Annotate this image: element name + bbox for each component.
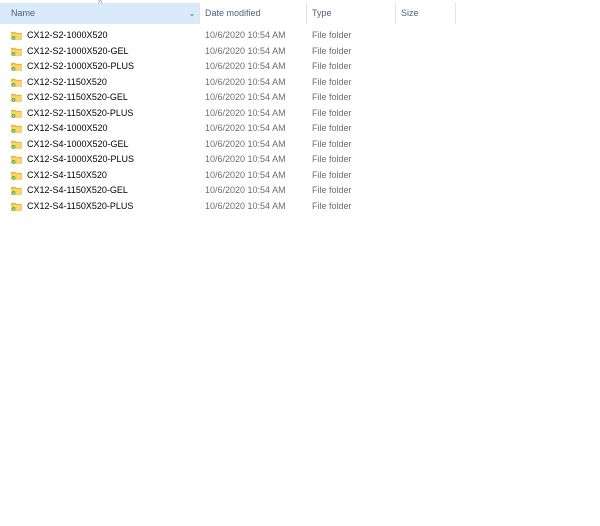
file-row[interactable]: CX12-S4-1000X520 10/6/2020 10:54 AM File… <box>0 121 600 137</box>
column-header-type-label: Type <box>312 8 332 18</box>
folder-sync-icon <box>11 75 23 91</box>
file-name: CX12-S2-1150X520-GEL <box>27 92 128 102</box>
file-row[interactable]: CX12-S4-1150X520-PLUS 10/6/2020 10:54 AM… <box>0 199 600 215</box>
column-header-size-label: Size <box>401 8 419 18</box>
file-type: File folder <box>312 107 352 118</box>
file-list: CX12-S2-1000X520 10/6/2020 10:54 AM File… <box>0 28 600 214</box>
file-row[interactable]: CX12-S4-1150X520-GEL 10/6/2020 10:54 AM … <box>0 183 600 199</box>
file-row[interactable]: CX12-S2-1000X520-GEL 10/6/2020 10:54 AM … <box>0 44 600 60</box>
folder-sync-icon <box>11 121 23 137</box>
file-type: File folder <box>312 45 352 56</box>
file-name: CX12-S2-1000X520-PLUS <box>27 61 135 71</box>
file-type: File folder <box>312 154 352 164</box>
file-date-modified: 10/6/2020 10:54 AM <box>205 123 286 133</box>
file-date-modified: 10/6/2020 10:54 AM <box>205 45 286 56</box>
file-name: CX12-S2-1000X520 <box>27 30 108 40</box>
file-date-modified: 10/6/2020 10:54 AM <box>205 107 286 118</box>
column-header-date-modified[interactable]: Date modified <box>200 3 306 24</box>
folder-sync-icon <box>11 183 23 199</box>
folder-sync-icon <box>11 90 23 106</box>
file-date-modified: 10/6/2020 10:54 AM <box>205 30 286 40</box>
file-date-modified: 10/6/2020 10:54 AM <box>205 200 286 211</box>
folder-sync-icon <box>11 168 23 184</box>
column-header-type[interactable]: Type <box>307 3 395 24</box>
file-name: CX12-S4-1150X520-PLUS <box>27 200 134 211</box>
file-date-modified: 10/6/2020 10:54 AM <box>205 185 286 195</box>
sort-up-icon: ^ <box>98 0 103 10</box>
column-header-name-label: Name <box>11 8 36 18</box>
file-name: CX12-S4-1000X520-PLUS <box>27 154 135 164</box>
folder-sync-icon <box>11 44 23 60</box>
file-type: File folder <box>312 185 352 195</box>
file-type: File folder <box>312 92 352 102</box>
file-name: CX12-S2-1150X520-PLUS <box>27 107 134 118</box>
file-name: CX12-S2-1150X520 <box>27 76 107 87</box>
file-type: File folder <box>312 30 352 40</box>
file-row[interactable]: CX12-S2-1150X520-PLUS 10/6/2020 10:54 AM… <box>0 106 600 122</box>
file-row[interactable]: CX12-S2-1150X520 10/6/2020 10:54 AM File… <box>0 75 600 91</box>
chevron-down-icon[interactable]: ⌄ <box>186 3 198 24</box>
folder-sync-icon <box>11 152 23 168</box>
file-name: CX12-S2-1000X520-GEL <box>27 45 129 56</box>
column-header-date-modified-label: Date modified <box>205 8 261 18</box>
file-row[interactable]: CX12-S2-1000X520 10/6/2020 10:54 AM File… <box>0 28 600 44</box>
file-row[interactable]: CX12-S4-1000X520-GEL 10/6/2020 10:54 AM … <box>0 137 600 153</box>
file-type: File folder <box>312 123 352 133</box>
folder-sync-icon <box>11 137 23 153</box>
file-name: CX12-S4-1000X520 <box>27 123 108 133</box>
file-name: CX12-S4-1150X520 <box>27 169 107 180</box>
folder-sync-icon <box>11 106 23 122</box>
file-date-modified: 10/6/2020 10:54 AM <box>205 154 286 164</box>
file-row[interactable]: CX12-S4-1150X520 10/6/2020 10:54 AM File… <box>0 168 600 184</box>
file-date-modified: 10/6/2020 10:54 AM <box>205 138 286 149</box>
column-header-name[interactable]: ^ Name ⌄ <box>0 0 199 24</box>
file-row[interactable]: CX12-S2-1150X520-GEL 10/6/2020 10:54 AM … <box>0 90 600 106</box>
file-date-modified: 10/6/2020 10:54 AM <box>205 169 286 180</box>
file-type: File folder <box>312 61 352 71</box>
column-header-size[interactable]: Size <box>396 3 454 24</box>
file-type: File folder <box>312 200 352 211</box>
column-header-bar: ^ Name ⌄ Date modified Type Size <box>0 0 600 24</box>
folder-sync-icon <box>11 28 23 44</box>
file-type: File folder <box>312 138 352 149</box>
file-date-modified: 10/6/2020 10:54 AM <box>205 61 286 71</box>
file-type: File folder <box>312 169 352 180</box>
file-type: File folder <box>312 76 352 87</box>
file-date-modified: 10/6/2020 10:54 AM <box>205 76 286 87</box>
file-row[interactable]: CX12-S4-1000X520-PLUS 10/6/2020 10:54 AM… <box>0 152 600 168</box>
file-date-modified: 10/6/2020 10:54 AM <box>205 92 286 102</box>
file-name: CX12-S4-1150X520-GEL <box>27 185 128 195</box>
folder-sync-icon <box>11 199 23 215</box>
file-row[interactable]: CX12-S2-1000X520-PLUS 10/6/2020 10:54 AM… <box>0 59 600 75</box>
folder-sync-icon <box>11 59 23 75</box>
column-divider[interactable] <box>455 3 456 24</box>
file-name: CX12-S4-1000X520-GEL <box>27 138 129 149</box>
